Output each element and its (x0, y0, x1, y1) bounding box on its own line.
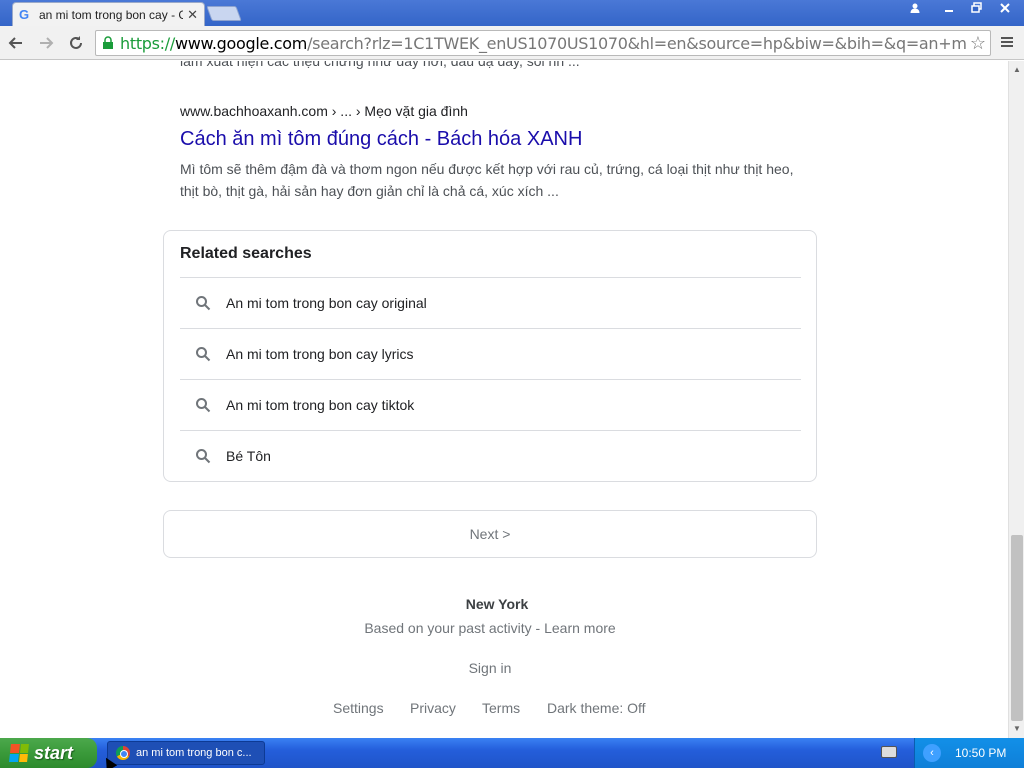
tab-close-icon[interactable]: ✕ (187, 7, 198, 23)
related-search-label: An mi tom trong bon cay tiktok (226, 397, 415, 413)
previous-result-snippet: làm xuất hiện các triệu chứng như đầy hơ… (180, 61, 580, 69)
chrome-icon (116, 746, 130, 760)
keyboard-icon[interactable] (881, 746, 897, 758)
back-arrow-icon[interactable] (2, 29, 30, 57)
footer-dark-theme-link[interactable]: Dark theme: Off (547, 700, 646, 716)
sign-in-link[interactable]: Sign in (0, 660, 980, 676)
footer-links: Settings Privacy Terms Dark theme: Off (333, 700, 646, 716)
related-search-label: Bé Tôn (226, 448, 271, 464)
page-scrollbar[interactable]: ▲ ▼ (1008, 61, 1024, 738)
browser-tab[interactable]: G an mi tom trong bon cay - Go ✕ (12, 2, 205, 26)
clock: 10:50 PM (955, 746, 1007, 760)
window-controls (902, 1, 1018, 19)
address-bar[interactable]: https://www.google.com/search?rlz=1C1TWE… (95, 30, 991, 56)
tray-chevron-icon[interactable]: ‹ (923, 744, 941, 762)
result-title-link[interactable]: Cách ăn mì tôm đúng cách - Bách hóa XANH (180, 128, 582, 151)
scrollbar-thumb[interactable] (1011, 535, 1023, 721)
windows-taskbar: start an mi tom trong bon c... ‹ 10:50 P… (0, 738, 1024, 768)
footer-settings-link[interactable]: Settings (333, 700, 410, 716)
related-search-item[interactable]: An mi tom trong bon cay tiktok (180, 379, 801, 430)
url-text: https://www.google.com/search?rlz=1C1TWE… (120, 33, 966, 53)
bookmark-star-icon[interactable]: ☆ (966, 33, 990, 54)
next-page-button[interactable]: Next > (163, 510, 817, 558)
scroll-down-arrow-icon[interactable]: ▼ (1009, 722, 1024, 736)
menu-icon[interactable] (996, 32, 1018, 54)
related-searches-title: Related searches (180, 245, 312, 262)
related-search-item[interactable]: An mi tom trong bon cay original (180, 277, 801, 328)
search-icon (180, 448, 226, 464)
location-note[interactable]: Based on your past activity - Learn more (0, 620, 980, 636)
system-tray: ‹ 10:50 PM (881, 738, 1024, 768)
page-content: làm xuất hiện các triệu chứng như đầy hơ… (0, 61, 1008, 738)
footer-privacy-link[interactable]: Privacy (410, 700, 482, 716)
close-window-icon[interactable] (992, 1, 1018, 19)
search-icon (180, 346, 226, 362)
related-search-item[interactable]: Bé Tôn (180, 430, 801, 481)
result-cite[interactable]: www.bachhoaxanh.com › ... › Mẹo vặt gia … (180, 103, 468, 119)
related-searches-box: Related searches An mi tom trong bon cay… (163, 230, 817, 482)
search-icon (180, 397, 226, 413)
new-tab-button[interactable] (206, 6, 242, 21)
taskbar-item-label: an mi tom trong bon c... (136, 747, 252, 759)
browser-titlebar: G an mi tom trong bon cay - Go ✕ (0, 0, 1024, 26)
related-searches-list: An mi tom trong bon cay original An mi t… (180, 277, 801, 481)
taskbar-chrome-item[interactable]: an mi tom trong bon c... (107, 741, 265, 765)
related-search-label: An mi tom trong bon cay lyrics (226, 346, 414, 362)
user-profile-icon[interactable] (902, 1, 928, 19)
location-city: New York (465, 596, 529, 612)
related-search-label: An mi tom trong bon cay original (226, 295, 427, 311)
start-button[interactable]: start (0, 738, 97, 768)
start-label: start (34, 742, 74, 763)
tab-title: an mi tom trong bon cay - Go (39, 7, 184, 22)
search-icon (180, 295, 226, 311)
related-search-item[interactable]: An mi tom trong bon cay lyrics (180, 328, 801, 379)
windows-logo-icon (9, 744, 29, 762)
reload-icon[interactable] (62, 29, 90, 57)
result-snippet: Mì tôm sẽ thêm đậm đà và thơm ngon nếu đ… (180, 161, 794, 199)
scroll-up-arrow-icon[interactable]: ▲ (1009, 63, 1024, 77)
minimize-icon[interactable] (936, 1, 962, 19)
lock-icon (102, 36, 116, 50)
google-favicon-icon: G (19, 6, 30, 22)
forward-arrow-icon[interactable] (32, 29, 60, 57)
footer-terms-link[interactable]: Terms (482, 700, 547, 716)
restore-icon[interactable] (964, 1, 990, 19)
